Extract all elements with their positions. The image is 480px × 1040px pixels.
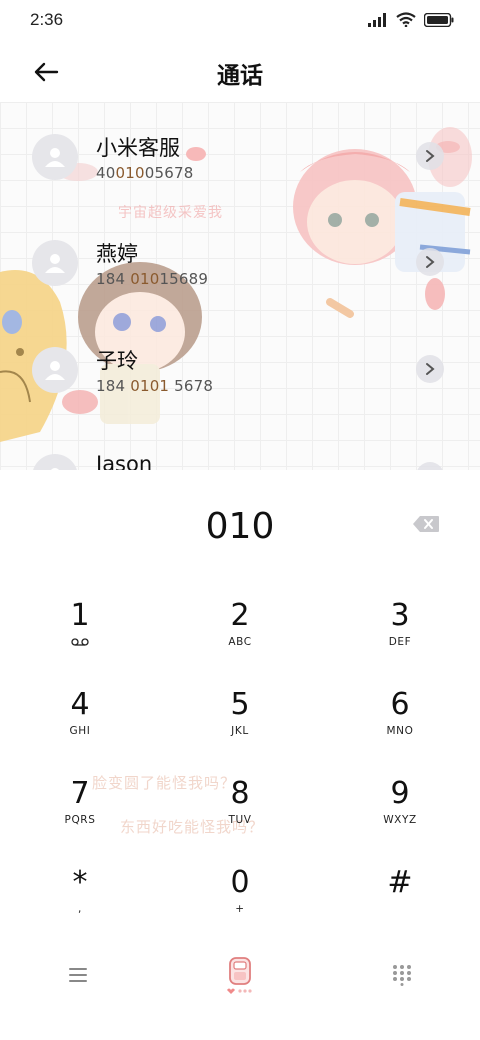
- backspace-button[interactable]: [412, 515, 444, 537]
- key-9[interactable]: 9 WXYZ: [320, 758, 480, 847]
- contact-number: 4001005678: [96, 164, 194, 182]
- contact-row[interactable]: 子玲 184 0101 5678: [0, 347, 480, 447]
- contact-row[interactable]: 燕婷 184 01015689: [0, 240, 480, 340]
- key-letters: ABC: [228, 636, 252, 648]
- contact-results[interactable]: 宇宙超级采爱我 小米客服 4001005678 燕婷 184 01015689: [0, 102, 480, 470]
- contact-row[interactable]: Jason: [0, 452, 480, 470]
- backspace-icon: [413, 516, 439, 532]
- key-letters: ,: [78, 903, 82, 915]
- dial-display: 010: [0, 470, 480, 580]
- avatar: [32, 240, 78, 286]
- chevron-right-icon: [426, 256, 435, 268]
- key-letters: WXYZ: [383, 814, 417, 826]
- person-icon: [45, 148, 65, 167]
- chevron-right-icon: [426, 150, 435, 162]
- contact-detail-button[interactable]: [416, 142, 444, 170]
- dialed-number: 010: [205, 506, 275, 547]
- contact-name: 小米客服: [96, 136, 180, 160]
- key-4[interactable]: 4 GHI: [0, 669, 160, 758]
- key-2[interactable]: 2 ABC: [160, 580, 320, 669]
- key-0[interactable]: 0 +: [160, 847, 320, 936]
- person-icon: [45, 361, 65, 380]
- menu-button[interactable]: [58, 953, 98, 997]
- key-letters: TUV: [228, 814, 252, 826]
- contact-number: 184 0101 5678: [96, 377, 214, 395]
- menu-icon: [69, 968, 87, 982]
- avatar: [32, 347, 78, 393]
- key-digit: #: [387, 865, 413, 900]
- contact-row[interactable]: 小米客服 4001005678: [0, 134, 480, 234]
- key-letters: JKL: [231, 725, 249, 737]
- key-digit: 3: [390, 598, 410, 633]
- keypad-toggle-button[interactable]: [382, 953, 422, 997]
- key-6[interactable]: 6 MNO: [320, 669, 480, 758]
- key-letters: DEF: [388, 636, 412, 648]
- status-icons: [368, 12, 454, 27]
- contact-name: 燕婷: [96, 242, 138, 266]
- battery-icon: [424, 12, 454, 27]
- key-letters: GHI: [69, 725, 91, 737]
- person-icon: [45, 254, 65, 273]
- key-8[interactable]: 8 TUV: [160, 758, 320, 847]
- contact-name: 子玲: [96, 349, 138, 373]
- key-digit: 0: [230, 865, 250, 900]
- key-digit: 1: [70, 598, 90, 633]
- bottom-bar: [0, 945, 480, 1005]
- key-star[interactable]: * ,: [0, 847, 160, 936]
- avatar: [32, 454, 78, 470]
- keypad: 脸变圆了能怪我吗？ 东西好吃能怪我吗？ 1 2 ABC 3 DEF 4 GHI …: [0, 580, 480, 940]
- key-hash[interactable]: #: [320, 847, 480, 936]
- key-digit: *: [72, 865, 88, 900]
- key-7[interactable]: 7 PQRS: [0, 758, 160, 847]
- key-letters: +: [235, 903, 245, 915]
- dial-call-icon: [227, 957, 252, 994]
- key-1[interactable]: 1: [0, 580, 160, 669]
- contact-detail-button[interactable]: [416, 248, 444, 276]
- key-digit: 9: [390, 776, 410, 811]
- voicemail-icon: [71, 638, 89, 646]
- contact-name: Jason: [96, 452, 153, 470]
- call-button[interactable]: [220, 953, 260, 997]
- contact-number: 184 01015689: [96, 270, 209, 288]
- key-letters: PQRS: [64, 814, 96, 826]
- key-letters: MNO: [386, 725, 414, 737]
- chevron-right-icon: [426, 363, 435, 375]
- header: 通话: [0, 42, 480, 102]
- wifi-icon: [396, 12, 416, 27]
- key-digit: 4: [70, 687, 90, 722]
- avatar: [32, 134, 78, 180]
- page-title: 通话: [217, 63, 263, 89]
- key-digit: 7: [70, 776, 90, 811]
- key-digit: 6: [390, 687, 410, 722]
- keypad-grid-icon: [393, 965, 411, 986]
- contact-detail-button[interactable]: [416, 355, 444, 383]
- key-digit: 2: [230, 598, 250, 633]
- signal-icon: [368, 12, 386, 27]
- status-bar: 2:36: [0, 0, 480, 42]
- key-digit: 8: [230, 776, 250, 811]
- key-5[interactable]: 5 JKL: [160, 669, 320, 758]
- contact-detail-button[interactable]: [416, 462, 444, 470]
- key-3[interactable]: 3 DEF: [320, 580, 480, 669]
- key-digit: 5: [230, 687, 250, 722]
- status-time: 2:36: [30, 10, 64, 29]
